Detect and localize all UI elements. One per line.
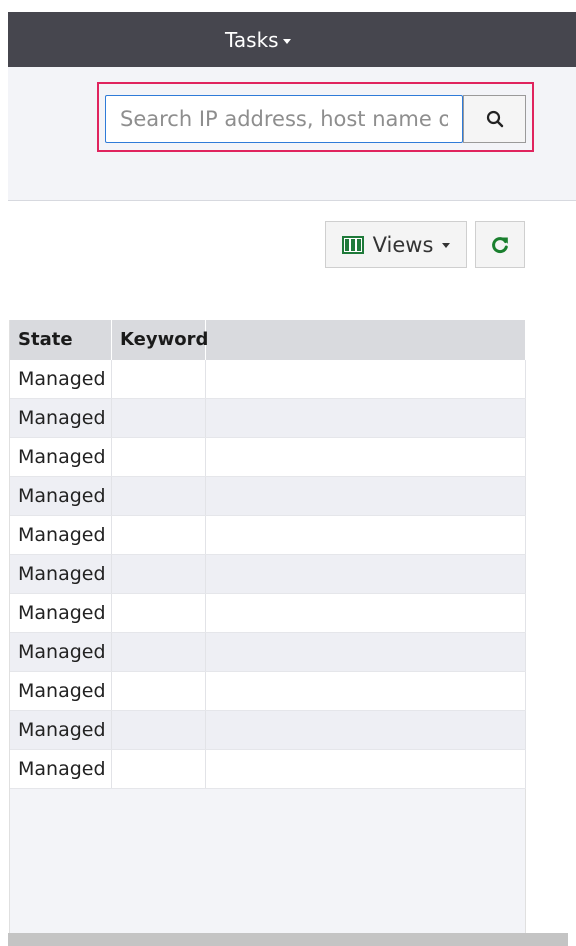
columns-icon xyxy=(341,235,364,254)
table-header: State Keyword xyxy=(10,320,526,360)
state-cell: Managed xyxy=(10,438,112,476)
keyword-cell xyxy=(112,633,206,671)
search-bar-area xyxy=(8,67,576,201)
keyword-cell xyxy=(112,750,206,788)
empty-cell xyxy=(206,711,526,749)
top-navbar: Tasks xyxy=(8,12,576,67)
empty-cell xyxy=(206,633,526,671)
column-header-empty xyxy=(206,320,526,360)
keyword-cell xyxy=(112,594,206,632)
table-row[interactable]: Managed xyxy=(10,477,526,516)
empty-cell xyxy=(206,360,526,398)
table-body: Managed Managed Managed Managed Managed Manag… xyxy=(10,360,526,789)
tasks-menu-label: Tasks xyxy=(225,28,279,52)
search-button[interactable] xyxy=(463,95,526,143)
table-row[interactable]: Managed xyxy=(10,399,526,438)
state-cell: Managed xyxy=(10,633,112,671)
empty-cell xyxy=(206,555,526,593)
column-header-keyword[interactable]: Keyword xyxy=(112,320,208,360)
keyword-cell xyxy=(112,711,206,749)
state-cell: Managed xyxy=(10,555,112,593)
column-header-state[interactable]: State xyxy=(10,320,112,360)
table-row[interactable]: Managed xyxy=(10,516,526,555)
caret-down-icon xyxy=(282,38,291,44)
state-cell: Managed xyxy=(10,399,112,437)
keyword-cell xyxy=(112,438,206,476)
table-row[interactable]: Managed xyxy=(10,555,526,594)
keyword-cell xyxy=(112,555,206,593)
tasks-menu[interactable]: Tasks xyxy=(225,27,291,53)
search-input[interactable] xyxy=(105,95,463,143)
caret-down-icon xyxy=(442,243,451,248)
views-button[interactable]: Views xyxy=(325,221,467,268)
keyword-cell xyxy=(112,672,206,710)
empty-cell xyxy=(206,477,526,515)
table-row[interactable]: Managed xyxy=(10,711,526,750)
keyword-cell xyxy=(112,477,206,515)
search-icon xyxy=(486,110,503,128)
hosts-table: State Keyword Managed Managed Managed Manag… xyxy=(9,320,526,940)
table-row[interactable]: Managed xyxy=(10,360,526,399)
refresh-icon xyxy=(492,236,508,253)
state-cell: Managed xyxy=(10,516,112,554)
table-row[interactable]: Managed xyxy=(10,594,526,633)
table-row[interactable]: Managed xyxy=(10,633,526,672)
table-row[interactable]: Managed xyxy=(10,750,526,789)
state-cell: Managed xyxy=(10,594,112,632)
empty-cell xyxy=(206,672,526,710)
empty-cell xyxy=(206,594,526,632)
empty-cell xyxy=(206,438,526,476)
empty-cell xyxy=(206,399,526,437)
table-row[interactable]: Managed xyxy=(10,672,526,711)
keyword-cell xyxy=(112,399,206,437)
empty-cell xyxy=(206,750,526,788)
empty-cell xyxy=(206,516,526,554)
state-cell: Managed xyxy=(10,711,112,749)
views-label: Views xyxy=(372,232,434,257)
state-cell: Managed xyxy=(10,672,112,710)
state-cell: Managed xyxy=(10,477,112,515)
table-row[interactable]: Managed xyxy=(10,438,526,477)
state-cell: Managed xyxy=(10,360,112,398)
state-cell: Managed xyxy=(10,750,112,788)
keyword-cell xyxy=(112,360,206,398)
refresh-button[interactable] xyxy=(475,221,525,268)
horizontal-scrollbar[interactable] xyxy=(8,933,568,946)
keyword-cell xyxy=(112,516,206,554)
